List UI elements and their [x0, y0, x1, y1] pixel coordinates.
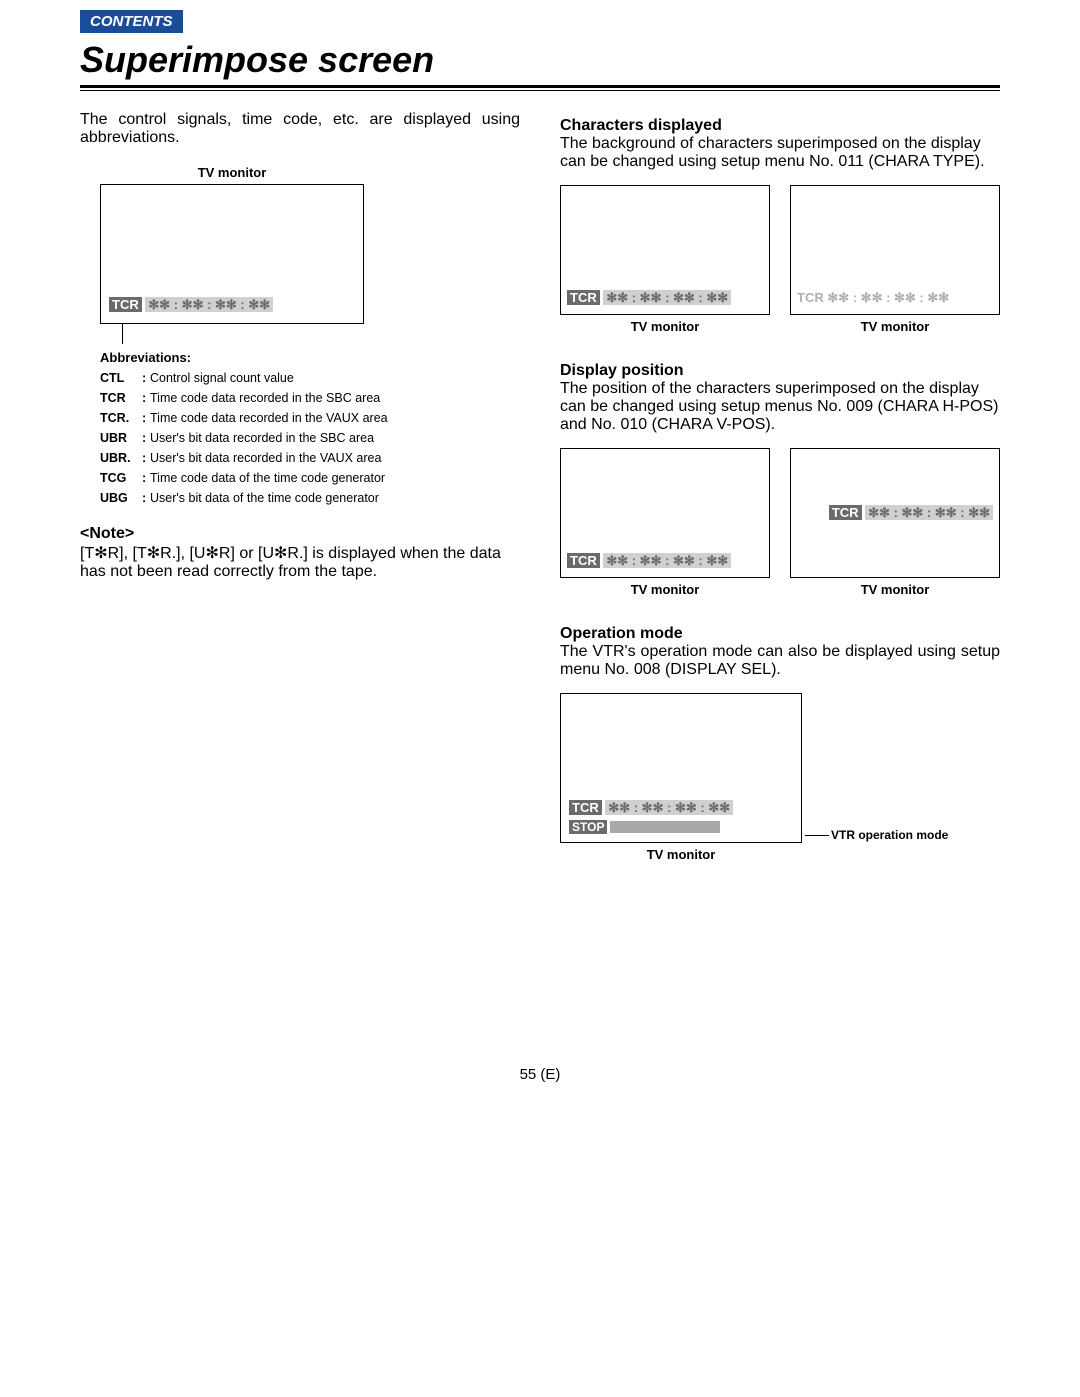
operation-mode-body: The VTR's operation mode can also be dis… [560, 643, 1000, 679]
note-heading: <Note> [80, 525, 520, 543]
tv-monitor-box-dark: TCR ✻✻ : ✻✻ : ✻✻ : ✻✻ [560, 185, 770, 315]
overlay-timecode: ✻✻ : ✻✻ : ✻✻ : ✻✻ [605, 800, 733, 815]
characters-displayed-body: The background of characters superimpose… [560, 135, 1000, 171]
display-position-body: The position of the characters superimpo… [560, 380, 1000, 434]
abbr-row: TCR:Time code data recorded in the SBC a… [100, 391, 520, 405]
tv-monitor-label: TV monitor [560, 319, 770, 334]
tv-monitor-box: TCR ✻✻ : ✻✻ : ✻✻ : ✻✻ [100, 184, 364, 324]
overlay-tcr-label: TCR [829, 505, 862, 520]
contents-tab[interactable]: CONTENTS [80, 10, 183, 33]
overlay-tcr-label: TCR [569, 800, 602, 815]
abbr-row: UBR.:User's bit data recorded in the VAU… [100, 451, 520, 465]
overlay-tcr-label: TCR [797, 290, 824, 305]
overlay-tcr-label: TCR [567, 553, 600, 568]
abbr-row: CTL:Control signal count value [100, 371, 520, 385]
tv-monitor-label: TV monitor [560, 582, 770, 597]
left-column: The control signals, time code, etc. are… [80, 111, 520, 866]
page-title: Superimpose screen [80, 39, 1000, 81]
overlay-timecode: ✻✻ : ✻✻ : ✻✻ : ✻✻ [865, 505, 993, 520]
abbr-row: TCR.:Time code data recorded in the VAUX… [100, 411, 520, 425]
overlay-timecode: ✻✻ : ✻✻ : ✻✻ : ✻✻ [603, 553, 731, 568]
tv-monitor-box-opmode: TCR ✻✻ : ✻✻ : ✻✻ : ✻✻ STOP VTR operation… [560, 693, 802, 843]
tv-monitor-label: TV monitor [790, 582, 1000, 597]
tv-monitor-box-light: TCR ✻✻ : ✻✻ : ✻✻ : ✻✻ [790, 185, 1000, 315]
tv-monitor-box-pos-bottom: TCR ✻✻ : ✻✻ : ✻✻ : ✻✻ [560, 448, 770, 578]
tv-monitor-box-pos-mid: TCR ✻✻ : ✻✻ : ✻✻ : ✻✻ [790, 448, 1000, 578]
abbreviations-heading: Abbreviations: [100, 350, 520, 365]
note-body: [T✻R], [T✻R.], [U✻R] or [U✻R.] is displa… [80, 543, 520, 581]
display-position-heading: Display position [560, 362, 1000, 380]
overlay-timecode: ✻✻ : ✻✻ : ✻✻ : ✻✻ [827, 290, 949, 305]
callout-line [805, 835, 829, 836]
tv-monitor-label: TV monitor [560, 847, 802, 862]
characters-displayed-heading: Characters displayed [560, 117, 1000, 135]
abbr-row: TCG:Time code data of the time code gene… [100, 471, 520, 485]
overlay-timecode: ✻✻ : ✻✻ : ✻✻ : ✻✻ [603, 290, 731, 305]
abbr-row: UBG:User's bit data of the time code gen… [100, 491, 520, 505]
leader-line [122, 324, 364, 344]
operation-mode-heading: Operation mode [560, 625, 1000, 643]
title-rule-thin [80, 90, 1000, 91]
overlay-stop-label: STOP [569, 820, 607, 834]
overlay-stop-bar [610, 821, 720, 833]
overlay-tcr-label: TCR [109, 297, 142, 312]
page-number: 55 (E) [80, 1066, 1000, 1083]
title-rule-thick [80, 85, 1000, 88]
tv-monitor-label: TV monitor [790, 319, 1000, 334]
overlay-tcr-label: TCR [567, 290, 600, 305]
right-column: Characters displayed The background of c… [560, 111, 1000, 866]
abbr-row: UBR:User's bit data recorded in the SBC … [100, 431, 520, 445]
intro-text: The control signals, time code, etc. are… [80, 111, 520, 147]
tv-monitor-label: TV monitor [100, 165, 364, 180]
vtr-operation-mode-callout: VTR operation mode [831, 828, 948, 842]
overlay-timecode: ✻✻ : ✻✻ : ✻✻ : ✻✻ [145, 297, 273, 312]
